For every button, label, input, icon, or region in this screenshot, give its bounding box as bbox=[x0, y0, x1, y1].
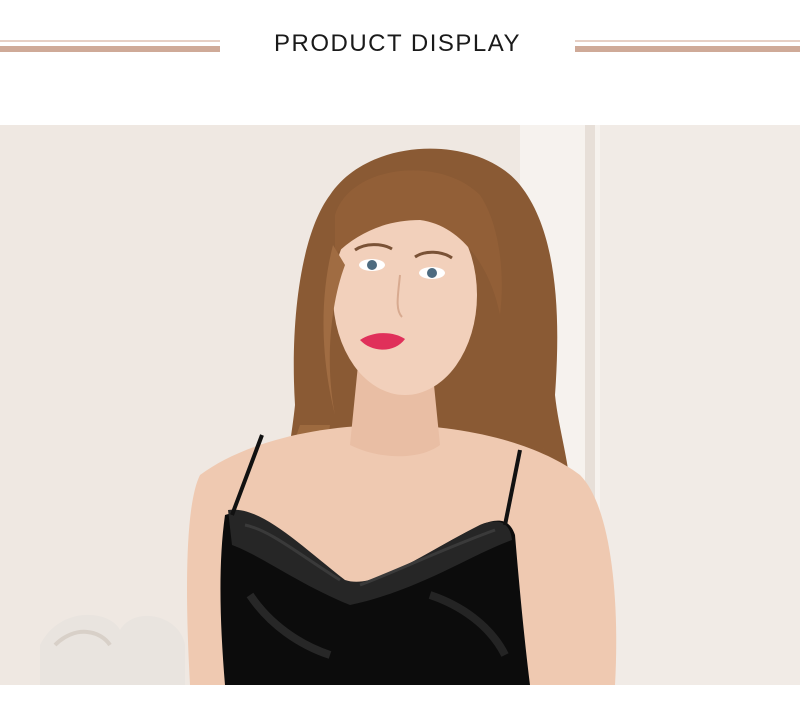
decorative-rule-left bbox=[0, 40, 220, 53]
product-photo-illustration bbox=[0, 125, 800, 685]
section-header: PRODUCT DISPLAY bbox=[0, 0, 800, 125]
product-photo bbox=[0, 125, 800, 685]
decorative-rule-right bbox=[575, 40, 800, 53]
bottom-spacer bbox=[0, 685, 800, 708]
section-title: PRODUCT DISPLAY bbox=[274, 30, 521, 57]
